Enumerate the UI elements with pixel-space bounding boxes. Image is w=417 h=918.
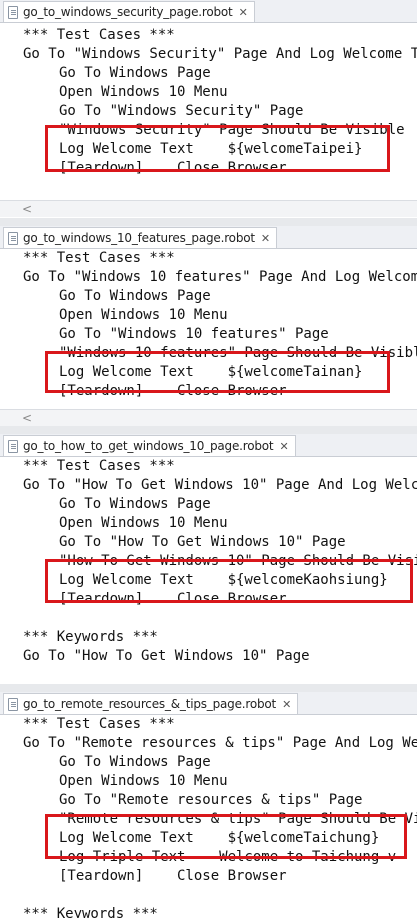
robot-file-icon [8, 5, 18, 19]
code-line: Go To "Windows 10 features" Page [59, 326, 329, 342]
code-line: Go To "How To Get Windows 10" Page [23, 648, 310, 664]
close-icon[interactable]: ✕ [282, 699, 291, 710]
code-line: *** Test Cases *** [23, 716, 175, 732]
code-line: "Windows Security" Page Should Be Visibl… [59, 122, 405, 138]
code-line: Go To "Windows Security" Page [59, 103, 304, 119]
robot-file-icon [8, 439, 18, 453]
tab-bar: go_to_windows_10_features_page.robot ✕ [0, 226, 417, 249]
code-line: Go To "Windows Security" Page And Log We… [23, 46, 417, 62]
code-line: *** Test Cases *** [23, 27, 175, 43]
tab-title: go_to_how_to_get_windows_10_page.robot [23, 439, 274, 453]
scroll-left-icon[interactable]: < [22, 202, 32, 216]
tab-remote-resources-tips[interactable]: go_to_remote_resources_&_tips_page.robot… [3, 693, 299, 714]
tab-title: go_to_remote_resources_&_tips_page.robot [23, 697, 277, 711]
tab-windows-10-features[interactable]: go_to_windows_10_features_page.robot ✕ [3, 227, 278, 248]
code-editor[interactable]: *** Test Cases *** Go To "How To Get Win… [0, 457, 417, 684]
robot-file-icon [8, 231, 18, 245]
editor-panel-how-to-get: go_to_how_to_get_windows_10_page.robot ✕… [0, 434, 417, 684]
code-line: Log Triple Text Welcome to Taichung v [59, 849, 397, 865]
code-line: Log Welcome Text ${welcomeTaichung} [59, 830, 380, 846]
code-line: Log Welcome Text ${welcomeTaipei} [59, 141, 363, 157]
code-line: Open Windows 10 Menu [59, 84, 228, 100]
code-editor[interactable]: *** Test Cases *** Go To "Remote resourc… [0, 715, 417, 918]
robot-file-icon [8, 697, 18, 711]
close-icon[interactable]: ✕ [261, 233, 270, 244]
code-editor[interactable]: *** Test Cases *** Go To "Windows 10 fea… [0, 249, 417, 409]
tab-windows-security[interactable]: go_to_windows_security_page.robot ✕ [3, 1, 255, 22]
code-line: [Teardown] Close Browser [59, 591, 287, 607]
code-line: Go To Windows Page [59, 754, 211, 770]
code-line: *** Keywords *** [23, 906, 158, 918]
code-line: "How To Get Windows 10" Page Should Be V… [59, 553, 417, 569]
horizontal-scrollbar[interactable]: < [0, 409, 417, 426]
code-line: Go To "How To Get Windows 10" Page And L… [23, 477, 417, 493]
code-line: Go To "Windows 10 features" Page And Log… [23, 269, 417, 285]
tab-bar: go_to_remote_resources_&_tips_page.robot… [0, 692, 417, 715]
code-line: "Windows 10 features" Page Should Be Vis… [59, 345, 417, 361]
code-line: Log Welcome Text ${welcomeTainan} [59, 364, 363, 380]
code-line: [Teardown] Close Browser [59, 868, 287, 884]
code-line: *** Keywords *** [23, 629, 158, 645]
code-line: Go To "Remote resources & tips" Page And… [23, 735, 417, 751]
editor-panel-features: go_to_windows_10_features_page.robot ✕ *… [0, 226, 417, 426]
tab-title: go_to_windows_10_features_page.robot [23, 231, 255, 245]
panel-divider [0, 684, 417, 692]
editor-panel-security: go_to_windows_security_page.robot ✕ *** … [0, 0, 417, 218]
panel-divider [0, 426, 417, 434]
code-line: Log Welcome Text ${welcomeKaohsiung} [59, 572, 388, 588]
code-line: Go To Windows Page [59, 288, 211, 304]
code-line: [Teardown] Close Browser [59, 383, 287, 399]
close-icon[interactable]: ✕ [239, 7, 248, 18]
code-line: Go To "How To Get Windows 10" Page [59, 534, 346, 550]
code-line: Open Windows 10 Menu [59, 307, 228, 323]
code-editor[interactable]: *** Test Cases *** Go To "Windows Securi… [0, 23, 417, 203]
code-line: "Remote resources & tips" Page Should Be… [59, 811, 417, 827]
code-line: Go To "Remote resources & tips" Page [59, 792, 363, 808]
code-line: Go To Windows Page [59, 65, 211, 81]
code-line: [Teardown] Close Browser [59, 160, 287, 176]
tab-how-to-get-windows-10[interactable]: go_to_how_to_get_windows_10_page.robot ✕ [3, 435, 296, 456]
close-icon[interactable]: ✕ [279, 441, 288, 452]
code-line: Open Windows 10 Menu [59, 515, 228, 531]
panel-divider [0, 218, 417, 226]
scroll-left-icon[interactable]: < [22, 411, 32, 425]
code-line: *** Test Cases *** [23, 458, 175, 474]
editor-panel-remote-resources: go_to_remote_resources_&_tips_page.robot… [0, 692, 417, 918]
horizontal-scrollbar[interactable]: < [0, 200, 417, 217]
tab-title: go_to_windows_security_page.robot [23, 5, 233, 19]
code-line: Go To Windows Page [59, 496, 211, 512]
tab-bar: go_to_how_to_get_windows_10_page.robot ✕ [0, 434, 417, 457]
tab-bar: go_to_windows_security_page.robot ✕ [0, 0, 417, 23]
code-line: Open Windows 10 Menu [59, 773, 228, 789]
code-line: *** Test Cases *** [23, 250, 175, 266]
